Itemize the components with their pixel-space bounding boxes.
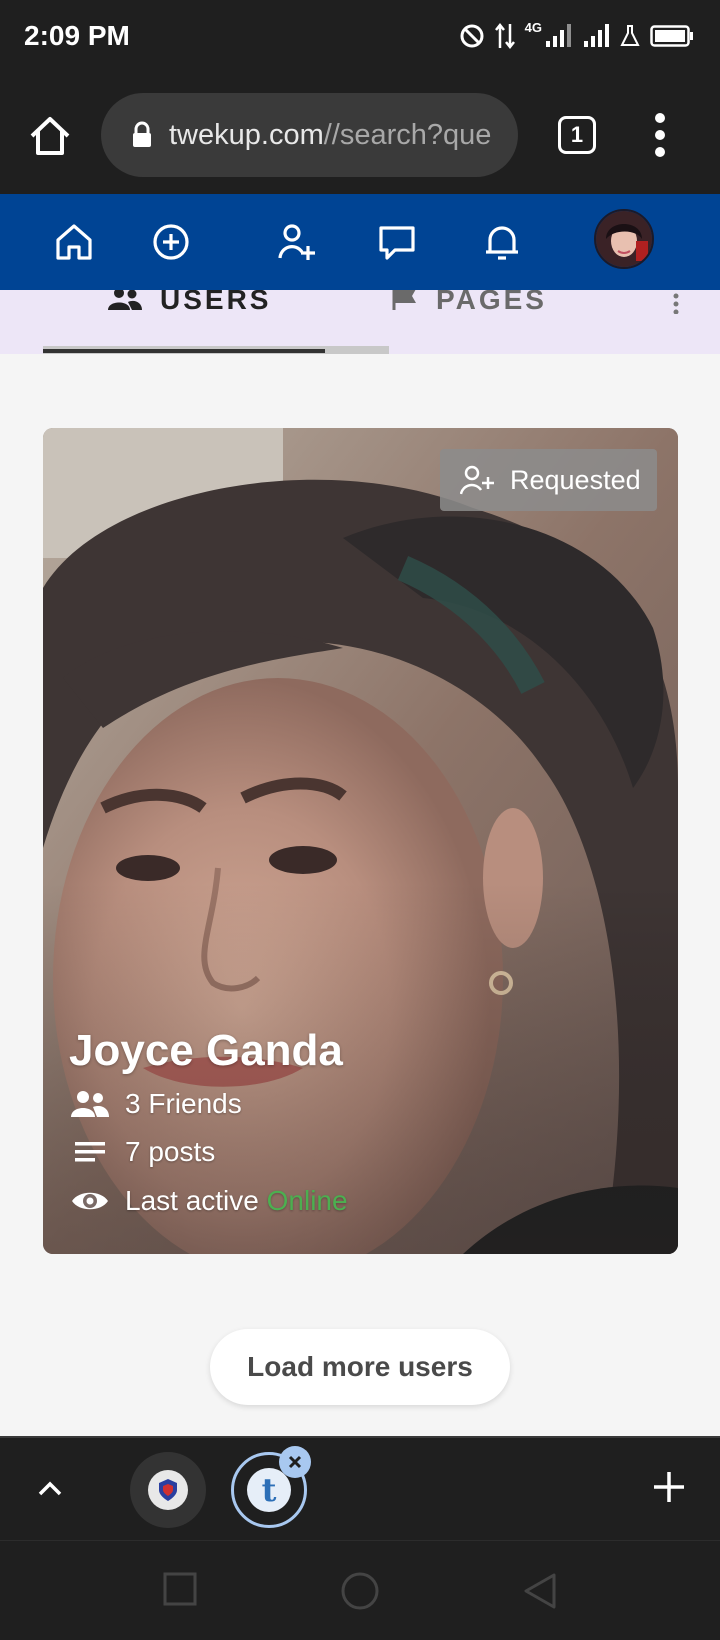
browser-tab-1[interactable] (130, 1452, 206, 1528)
flask-icon (620, 25, 640, 46)
home-nav-icon[interactable] (340, 1571, 380, 1611)
requested-button[interactable]: Requested (440, 449, 657, 511)
tab-count-label: 1 (570, 122, 584, 147)
tab-pages-label: PAGES (436, 290, 547, 315)
signal-icon-2 (584, 24, 609, 47)
profile-avatar[interactable] (594, 209, 654, 269)
lock-icon (133, 121, 151, 147)
messages-icon[interactable] (373, 218, 421, 266)
load-more-button[interactable]: Load more users (210, 1329, 510, 1405)
chevron-up-icon[interactable] (30, 1468, 70, 1508)
tab-switcher-button[interactable]: 1 (558, 116, 596, 154)
back-icon[interactable] (522, 1571, 558, 1611)
close-tab-icon[interactable] (279, 1446, 311, 1478)
system-nav-bar (0, 1540, 720, 1640)
network-label: 4G (524, 19, 542, 35)
tab-pages[interactable]: PAGES (392, 290, 547, 315)
posts-icon (75, 1142, 105, 1162)
signal-icon (546, 24, 571, 47)
user-name[interactable]: Joyce Ganda (69, 1026, 343, 1076)
user-photo (43, 428, 678, 1254)
address-bar[interactable]: twekup.com//search?que (101, 93, 518, 177)
people-icon (108, 290, 142, 310)
last-active-label: Last active (125, 1185, 259, 1216)
shield-favicon-icon (148, 1470, 188, 1510)
user-card[interactable]: Requested Joyce Ganda 3 Friends 7 posts … (43, 428, 678, 1254)
friends-count: 3 Friends (125, 1088, 242, 1119)
notifications-icon[interactable] (478, 218, 526, 266)
flag-icon (392, 290, 416, 310)
friends-icon (71, 1091, 109, 1117)
tab-users-label: USERS (160, 290, 272, 315)
home-icon[interactable] (50, 218, 98, 266)
online-status: Online (266, 1185, 348, 1216)
more-vertical-icon[interactable] (672, 292, 680, 314)
status-time: 2:09 PM (24, 20, 130, 51)
app-nav-bar (0, 194, 720, 290)
more-menu-icon[interactable] (650, 112, 670, 158)
posts-count: 7 posts (125, 1136, 216, 1167)
new-tab-icon[interactable] (648, 1466, 690, 1508)
status-icons: 4G (459, 19, 694, 50)
status-bar: 2:09 PM 4G (0, 0, 720, 76)
add-friend-icon (460, 465, 494, 495)
last-active-text: Last active Online (125, 1185, 348, 1217)
requested-label: Requested (510, 464, 641, 495)
eye-icon (72, 1192, 108, 1210)
data-transfer-icon (494, 22, 515, 50)
battery-icon (650, 25, 693, 47)
posts-count-row: 7 posts (71, 1136, 215, 1168)
url-path: //search?que (323, 118, 492, 151)
add-friend-icon[interactable] (272, 218, 320, 266)
recents-icon[interactable] (162, 1571, 198, 1607)
tab-users[interactable]: USERS (108, 290, 272, 315)
browser-toolbar: twekup.com//search?que 1 (0, 76, 720, 194)
add-circle-icon[interactable] (147, 218, 195, 266)
load-more-label: Load more users (247, 1351, 473, 1382)
search-tabs: USERS PAGES (0, 290, 720, 354)
browser-tab-strip: t (0, 1436, 720, 1540)
tab-active-indicator (43, 349, 325, 353)
last-active-row: Last active Online (71, 1185, 348, 1217)
url-text: twekup.com//search?que (169, 119, 491, 152)
url-domain: twekup.com (169, 118, 324, 151)
home-icon[interactable] (24, 110, 76, 162)
do-not-disturb-icon (460, 24, 484, 48)
friends-count-row: 3 Friends (71, 1088, 242, 1120)
